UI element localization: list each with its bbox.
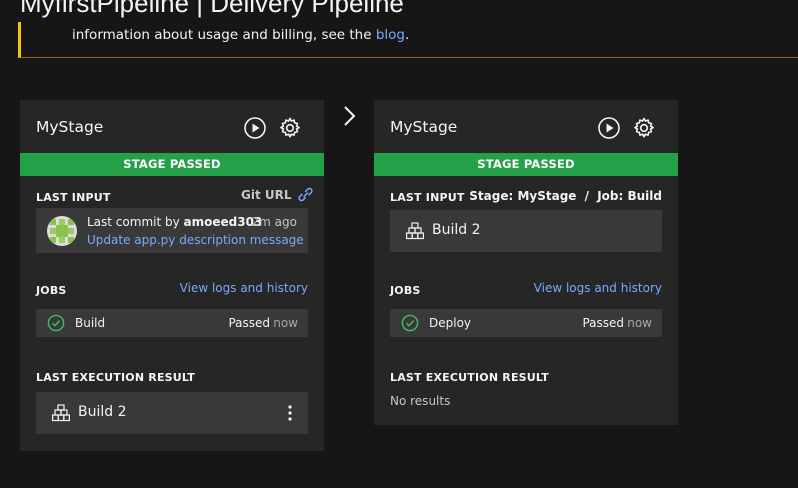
commit-author-line: Last commit by amoeed303 bbox=[87, 215, 262, 229]
chevron-right-icon bbox=[344, 106, 356, 126]
stage-card-1: MyStage STAGE PASSED LAST INPUT Git URL bbox=[20, 100, 324, 451]
blog-link[interactable]: blog bbox=[376, 27, 405, 43]
stage-name: MyStage bbox=[36, 118, 104, 136]
notice-text: information about usage and billing, see… bbox=[72, 27, 409, 43]
input-stage-prefix: Stage: bbox=[469, 189, 514, 203]
job-name: Build bbox=[75, 316, 106, 330]
commit-author: amoeed303 bbox=[183, 215, 263, 229]
commit-time: 2m ago bbox=[251, 215, 297, 229]
last-execution-result-label: LAST EXECUTION RESULT bbox=[36, 371, 196, 384]
view-logs-link[interactable]: View logs and history bbox=[180, 281, 308, 295]
last-execution-result-label: LAST EXECUTION RESULT bbox=[390, 371, 550, 384]
avatar bbox=[47, 216, 77, 246]
no-results-text: No results bbox=[390, 394, 451, 408]
input-job-prefix: Job: bbox=[597, 189, 624, 203]
stage-status-bar: STAGE PASSED bbox=[374, 153, 678, 176]
git-url-link[interactable]: Git URL bbox=[241, 187, 314, 202]
input-job-name: Build bbox=[627, 189, 662, 203]
link-icon bbox=[297, 187, 313, 202]
job-row[interactable]: Build Passed now bbox=[36, 309, 308, 337]
last-input-value: Build 2 bbox=[432, 222, 481, 238]
gear-icon bbox=[280, 117, 300, 138]
configure-stage-button[interactable] bbox=[631, 115, 657, 141]
job-status: Passed bbox=[228, 316, 270, 330]
last-input-label: LAST INPUT bbox=[36, 191, 111, 204]
last-commit-tile: Last commit by amoeed303 2m ago Update a… bbox=[36, 208, 308, 253]
input-source: Stage: MyStage / Job: Build bbox=[469, 189, 662, 203]
last-input-tile[interactable]: Build 2 bbox=[390, 210, 662, 252]
overflow-menu-icon[interactable] bbox=[287, 404, 293, 422]
stage-card-2: MyStage STAGE PASSED LAST INPUT Stage: M… bbox=[374, 100, 678, 425]
notice-text-after: . bbox=[405, 27, 410, 43]
view-logs-link[interactable]: View logs and history bbox=[534, 281, 662, 295]
commit-prefix: Last commit by bbox=[87, 215, 184, 229]
gear-icon bbox=[634, 117, 654, 138]
page-title: MyfirstPipeline | Delivery Pipeline bbox=[20, 0, 404, 18]
job-status: Passed bbox=[582, 316, 624, 330]
job-name: Deploy bbox=[429, 316, 472, 330]
job-time: now bbox=[627, 316, 652, 330]
configure-stage-button[interactable] bbox=[277, 115, 303, 141]
input-stage-name: MyStage bbox=[517, 189, 577, 203]
play-icon bbox=[244, 117, 266, 139]
jobs-label: JOBS bbox=[390, 284, 421, 297]
stage-status-bar: STAGE PASSED bbox=[20, 153, 324, 176]
execution-result-tile[interactable]: Build 2 bbox=[36, 392, 308, 434]
checkmark-icon bbox=[401, 314, 419, 332]
build-icon bbox=[406, 222, 424, 240]
checkmark-icon bbox=[47, 314, 65, 332]
build-icon bbox=[52, 404, 70, 422]
stage-name: MyStage bbox=[390, 118, 458, 136]
job-row[interactable]: Deploy Passed now bbox=[390, 309, 662, 337]
play-icon bbox=[598, 117, 620, 139]
last-input-label: LAST INPUT bbox=[390, 191, 465, 204]
job-time: now bbox=[273, 316, 298, 330]
run-stage-button[interactable] bbox=[596, 115, 622, 141]
jobs-label: JOBS bbox=[36, 284, 67, 297]
run-stage-button[interactable] bbox=[242, 115, 268, 141]
notice-banner: information about usage and billing, see… bbox=[18, 22, 798, 58]
execution-result-value: Build 2 bbox=[78, 404, 127, 420]
git-url-label: Git URL bbox=[241, 187, 292, 202]
commit-message-link[interactable]: Update app.py description message bbox=[87, 233, 304, 247]
input-separator: / bbox=[584, 189, 589, 203]
notice-text-before: information about usage and billing, see… bbox=[72, 27, 376, 43]
